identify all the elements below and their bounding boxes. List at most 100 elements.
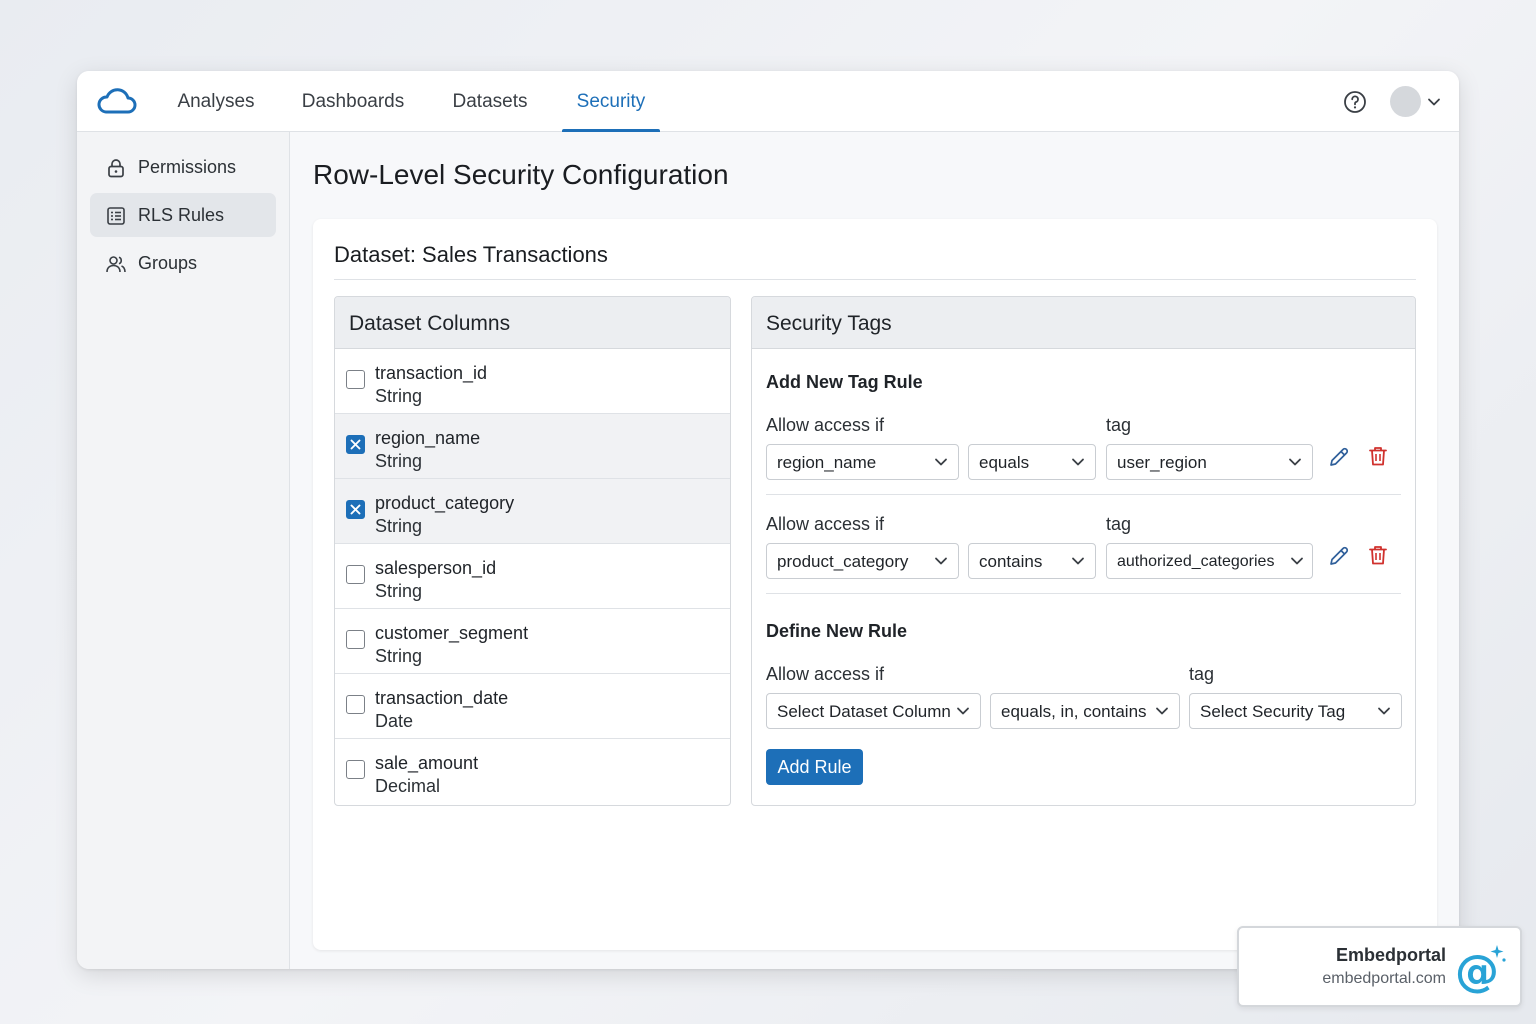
checkbox[interactable] [346, 630, 365, 649]
column-name: salesperson_id [375, 558, 497, 578]
app-window: Analyses Dashboards Datasets Security Pe… [77, 71, 1459, 969]
sidebar-item-label: Groups [138, 253, 198, 273]
add-rule-button[interactable]: Add Rule [766, 749, 863, 785]
trash-icon[interactable] [1366, 543, 1390, 567]
x-mark-icon [350, 504, 361, 515]
divider [766, 494, 1401, 495]
chevron-down-icon [957, 707, 969, 715]
tab-datasets[interactable]: Datasets [451, 71, 529, 132]
divider [766, 593, 1401, 594]
pencil-icon[interactable] [1327, 544, 1351, 568]
column-type: String [375, 646, 423, 666]
column-type: String [375, 516, 423, 536]
column-row[interactable]: sale_amount Decimal [335, 739, 730, 804]
sidebar-item-groups[interactable]: Groups [90, 241, 276, 285]
cloud-logo-icon[interactable] [95, 87, 139, 117]
rule-column-select[interactable]: product_category [766, 543, 959, 579]
panel-title: Security Tags [766, 312, 892, 335]
rule-tag-value: authorized_categories [1117, 553, 1275, 570]
column-row[interactable]: transaction_id String [335, 349, 730, 414]
rls-config-card: Dataset: Sales Transactions Dataset Colu… [313, 219, 1437, 950]
tag-label: tag [1106, 415, 1132, 435]
sidebar-item-label: Permissions [138, 157, 237, 177]
rule-column-value: region_name [777, 453, 877, 472]
rule-column-value: product_category [777, 552, 909, 571]
column-name: product_category [375, 493, 515, 513]
trash-icon[interactable] [1366, 444, 1390, 468]
allow-access-label: Allow access if [766, 664, 885, 684]
top-navigation-bar: Analyses Dashboards Datasets Security [77, 71, 1459, 132]
checkbox-checked[interactable] [346, 435, 365, 454]
panel-header: Dataset Columns [335, 297, 730, 349]
define-new-rule-heading: Define New Rule [766, 621, 908, 641]
panel-header: Security Tags [752, 297, 1415, 349]
chevron-down-icon[interactable] [1427, 96, 1441, 108]
rule-operator-select[interactable]: equals [968, 444, 1096, 480]
column-type: Date [375, 711, 414, 731]
chevron-down-icon [1156, 707, 1168, 715]
tab-analyses[interactable]: Analyses [176, 71, 256, 132]
operator-placeholder: equals, in, contains [1001, 702, 1147, 721]
security-tag-select[interactable]: Select Security Tag [1189, 693, 1402, 729]
allow-access-label: Allow access if [766, 514, 885, 534]
tag-label: tag [1106, 514, 1132, 534]
column-row[interactable]: transaction_date Date [335, 674, 730, 739]
rule-tag-value: user_region [1117, 453, 1207, 472]
chevron-down-icon [935, 458, 947, 466]
x-mark-icon [350, 439, 361, 450]
panel-title: Dataset Columns [349, 312, 511, 335]
tab-security[interactable]: Security [562, 71, 660, 132]
rule-operator-value: equals [979, 453, 1030, 472]
chevron-down-icon [1378, 707, 1390, 715]
checkbox[interactable] [346, 370, 365, 389]
rule-tag-select[interactable]: authorized_categories [1106, 543, 1313, 579]
checkbox[interactable] [346, 760, 365, 779]
avatar[interactable] [1390, 86, 1421, 117]
svg-text:@: @ [1455, 946, 1499, 994]
operator-select[interactable]: equals, in, contains [990, 693, 1180, 729]
divider [334, 279, 1416, 280]
column-row[interactable]: product_category String [335, 479, 730, 544]
chevron-down-icon [1072, 557, 1084, 565]
column-name: transaction_id [375, 363, 488, 383]
pencil-icon[interactable] [1327, 445, 1351, 469]
page-title: Row-Level Security Configuration [313, 159, 729, 190]
badge-url: embedportal.com [1322, 970, 1446, 987]
rule-operator-value: contains [979, 552, 1043, 571]
rule-tag-select[interactable]: user_region [1106, 444, 1313, 480]
users-icon [106, 256, 126, 273]
chevron-down-icon [1072, 458, 1084, 466]
security-tags-panel: Security Tags Add New Tag Rule Allow acc… [751, 296, 1416, 806]
rule-operator-select[interactable]: contains [968, 543, 1096, 579]
help-icon[interactable] [1343, 90, 1367, 114]
dataset-column-placeholder: Select Dataset Column [777, 702, 951, 721]
tag-label: tag [1189, 664, 1215, 684]
dataset-title: Dataset: Sales Transactions [334, 242, 608, 267]
column-row[interactable]: salesperson_id String [335, 544, 730, 609]
badge-brand-name: Embedportal [1335, 945, 1446, 965]
column-row[interactable]: region_name String [335, 414, 730, 479]
checkbox[interactable] [346, 695, 365, 714]
chevron-down-icon [1289, 458, 1301, 466]
column-name: transaction_date [375, 688, 509, 708]
tab-dashboards[interactable]: Dashboards [300, 71, 406, 132]
sidebar-item-permissions[interactable]: Permissions [90, 145, 276, 189]
rule-column-select[interactable]: region_name [766, 444, 959, 480]
checkbox-checked[interactable] [346, 500, 365, 519]
add-tag-rule-heading: Add New Tag Rule [766, 372, 923, 392]
allow-access-label: Allow access if [766, 415, 885, 435]
column-type: String [375, 451, 423, 471]
chevron-down-icon [935, 557, 947, 565]
column-name: region_name [375, 428, 481, 448]
column-type: String [375, 581, 423, 601]
column-name: customer_segment [375, 623, 529, 643]
embedportal-badge: Embedportal embedportal.com @ [1237, 926, 1522, 1007]
at-sign-logo-icon: @ [1455, 945, 1506, 994]
checkbox[interactable] [346, 565, 365, 584]
lock-icon [108, 159, 124, 178]
dataset-columns-panel: Dataset Columns transaction_id String regi… [334, 296, 731, 806]
column-name: sale_amount [375, 753, 479, 773]
dataset-column-select[interactable]: Select Dataset Column [766, 693, 981, 729]
column-row[interactable]: customer_segment String [335, 609, 730, 674]
sidebar-item-rls-rules[interactable]: RLS Rules [90, 193, 276, 237]
